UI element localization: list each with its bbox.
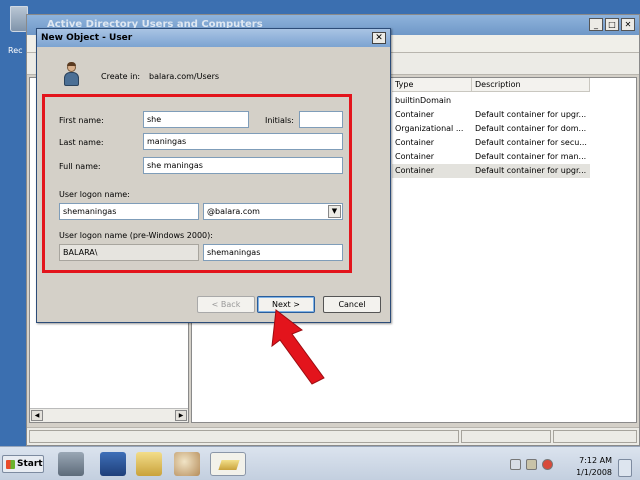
scroll-right-icon[interactable]: ▶ bbox=[175, 410, 187, 421]
status-bar bbox=[27, 427, 639, 445]
dialog-close-button[interactable]: ✕ bbox=[372, 32, 386, 44]
network-icon[interactable] bbox=[526, 459, 537, 470]
show-desktop-button[interactable] bbox=[618, 459, 632, 477]
user-icon bbox=[63, 62, 79, 87]
list-row-selected[interactable]: Container Default container for upgr... bbox=[392, 164, 590, 178]
annotation-arrow-icon bbox=[271, 309, 325, 385]
row-description: Default container for upgr... bbox=[475, 110, 587, 119]
list-row[interactable]: Container Default container for secu... bbox=[392, 136, 590, 150]
create-in-value: balara.com/Users bbox=[149, 72, 220, 81]
status-segment bbox=[461, 430, 551, 443]
cancel-button[interactable]: Cancel bbox=[323, 296, 381, 313]
start-button[interactable]: Start bbox=[2, 455, 44, 473]
system-tray: 7:12 AM 1/1/2008 bbox=[508, 453, 636, 477]
scroll-left-icon[interactable]: ◀ bbox=[31, 410, 43, 421]
paint-icon[interactable] bbox=[174, 452, 200, 476]
tree-horizontal-scrollbar[interactable]: ◀ ▶ bbox=[30, 408, 188, 422]
status-segment bbox=[29, 430, 459, 443]
row-description: Default container for upgr... bbox=[475, 166, 587, 175]
list-header: Type Description bbox=[392, 78, 590, 92]
desktop: Rec Active Directory Users and Computers… bbox=[0, 0, 640, 446]
volume-muted-icon[interactable] bbox=[542, 459, 553, 470]
annotation-highlight-box bbox=[42, 94, 352, 273]
minimize-button[interactable]: _ bbox=[589, 18, 603, 31]
row-type: Container bbox=[395, 110, 435, 119]
clock-date[interactable]: 1/1/2008 bbox=[576, 468, 612, 477]
row-type: Organizational ... bbox=[395, 124, 464, 133]
status-segment bbox=[553, 430, 637, 443]
recycle-bin-label: Rec bbox=[8, 46, 23, 55]
dialog-title: New Object - User bbox=[41, 33, 133, 43]
row-type: builtinDomain bbox=[395, 96, 452, 105]
row-description bbox=[472, 94, 590, 108]
start-label: Start bbox=[17, 459, 43, 469]
column-header-type[interactable]: Type bbox=[392, 78, 472, 92]
row-description: Default container for secu... bbox=[475, 138, 587, 147]
row-type: Container bbox=[395, 152, 435, 161]
clock-time[interactable]: 7:12 AM bbox=[579, 456, 612, 465]
row-description: Default container for man... bbox=[475, 152, 587, 161]
taskbar: Start 7:12 AM 1/1/2008 bbox=[0, 446, 640, 480]
list-row[interactable]: Container Default container for upgr... bbox=[392, 108, 590, 122]
powershell-icon[interactable] bbox=[100, 452, 126, 476]
back-button[interactable]: < Back bbox=[197, 296, 255, 313]
row-type: Container bbox=[395, 138, 435, 147]
maximize-button[interactable]: □ bbox=[605, 18, 619, 31]
aduc-icon[interactable] bbox=[210, 452, 246, 476]
list-row[interactable]: Organizational ... Default container for… bbox=[392, 122, 590, 136]
column-header-description[interactable]: Description bbox=[472, 78, 590, 92]
close-button[interactable]: ✕ bbox=[621, 18, 635, 31]
flag-notification-icon[interactable] bbox=[510, 459, 521, 470]
list-row[interactable]: Container Default container for man... bbox=[392, 150, 590, 164]
create-in-label: Create in: bbox=[101, 72, 141, 81]
list-rows: builtinDomain Container Default containe… bbox=[392, 94, 590, 178]
list-row[interactable]: builtinDomain bbox=[392, 94, 590, 108]
server-manager-icon[interactable] bbox=[58, 452, 84, 476]
explorer-icon[interactable] bbox=[136, 452, 162, 476]
windows-logo-icon bbox=[6, 460, 15, 469]
dialog-titlebar[interactable]: New Object - User ✕ bbox=[37, 29, 390, 47]
row-description: Default container for dom... bbox=[475, 124, 587, 133]
row-type: Container bbox=[395, 166, 435, 175]
